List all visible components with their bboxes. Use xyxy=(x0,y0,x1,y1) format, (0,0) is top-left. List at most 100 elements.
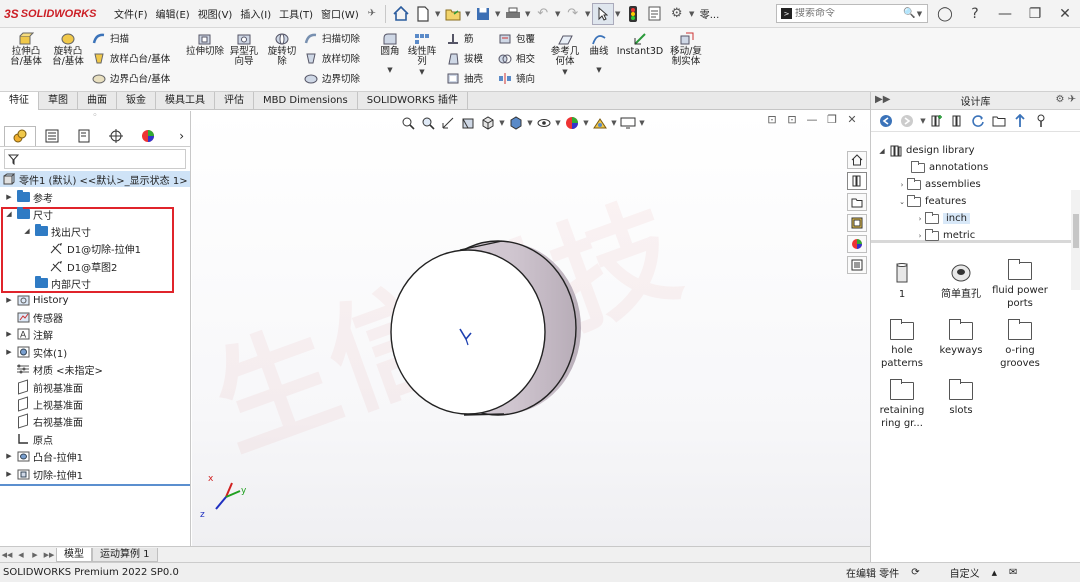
library-item-keyways[interactable]: keyways xyxy=(930,319,992,357)
select-dropdown-icon[interactable]: ▼ xyxy=(614,10,622,18)
tab-mold-tools[interactable]: 模具工具 xyxy=(156,92,215,110)
expand-arrow-icon[interactable]: ▶ xyxy=(4,193,14,201)
extrude-cut-button[interactable]: 拉伸切除 xyxy=(186,32,224,57)
last-tab-icon[interactable]: ▶▶ xyxy=(42,551,56,559)
loft-button[interactable]: 放样凸台/基体 xyxy=(92,51,170,65)
dimxpert-tab-icon[interactable] xyxy=(100,126,132,146)
rebuild-status-icon[interactable]: ⟳ xyxy=(911,567,919,578)
search-dropdown-icon[interactable]: ▼ xyxy=(915,10,923,18)
tab-features[interactable]: 特征 xyxy=(0,92,39,110)
help-icon[interactable]: ? xyxy=(960,6,990,22)
move-copy-body-button[interactable]: 移动/复制实体 xyxy=(668,32,704,67)
library-folder-annotations[interactable]: annotations xyxy=(911,159,988,176)
feature-manager-tab-icon[interactable] xyxy=(4,125,36,146)
print-dropdown-icon[interactable]: ▼ xyxy=(524,10,532,18)
cylinder-body[interactable] xyxy=(390,240,581,416)
command-search-box[interactable]: > 🔍 ▼ xyxy=(776,4,928,23)
boundary-cut-button[interactable]: 边界切除 xyxy=(304,71,360,85)
menu-file[interactable]: 文件(F) xyxy=(110,6,152,21)
search-input[interactable] xyxy=(795,8,903,19)
back-icon[interactable] xyxy=(877,112,895,130)
revolve-boss-button[interactable]: 旋转凸台/基体 xyxy=(48,32,88,67)
tab-mbd-dimensions[interactable]: MBD Dimensions xyxy=(254,92,358,110)
library-folder-inch[interactable]: › inch xyxy=(915,210,970,227)
new-file-icon[interactable] xyxy=(412,3,434,25)
menu-tools[interactable]: 工具(T) xyxy=(275,6,317,21)
configuration-manager-tab-icon[interactable] xyxy=(68,126,100,146)
menu-window[interactable]: 窗口(W) xyxy=(317,6,363,21)
expand-arrow-icon[interactable]: › xyxy=(915,232,925,240)
select-cursor-icon[interactable] xyxy=(591,2,614,25)
tree-item-annotations[interactable]: ▶ A 注解 xyxy=(4,326,53,342)
notification-icon[interactable]: ✉ xyxy=(1009,567,1017,578)
revolve-cut-button[interactable]: 旋转切除 xyxy=(264,32,300,67)
custom-properties-icon[interactable] xyxy=(847,256,867,274)
expand-arrow-icon[interactable]: › xyxy=(897,181,907,189)
menu-view[interactable]: 视图(V) xyxy=(194,6,237,21)
library-item-o-ring-grooves[interactable]: o-ring grooves xyxy=(989,319,1051,370)
draft-button[interactable]: 拔模 xyxy=(446,51,483,65)
solidworks-resources-icon[interactable] xyxy=(847,151,867,169)
collapse-arrow-icon[interactable]: ◢ xyxy=(4,210,14,218)
tab-sketch[interactable]: 草图 xyxy=(39,92,78,110)
tree-item-reference[interactable]: ▶ 参考 xyxy=(4,189,53,205)
restore-icon[interactable]: ❐ xyxy=(1020,6,1050,22)
tree-item-origin[interactable]: 原点 xyxy=(14,431,53,447)
solidworks-logo[interactable]: 3S SOLIDWORKS xyxy=(0,7,110,21)
search-icon[interactable]: 🔍 xyxy=(903,8,915,19)
panel-options-icon[interactable]: ⚙ ✈ xyxy=(1055,94,1076,105)
appearances-scenes-icon[interactable] xyxy=(847,235,867,253)
library-item-fluid-power-ports[interactable]: fluid power ports xyxy=(989,259,1051,310)
redo-icon[interactable]: ↷ xyxy=(562,3,584,25)
tree-item-boss-extrude[interactable]: ▶ 凸台-拉伸1 xyxy=(4,448,83,464)
collapse-arrow-icon[interactable]: ◢ xyxy=(22,227,32,235)
tab-evaluate[interactable]: 评估 xyxy=(215,92,254,110)
property-manager-tab-icon[interactable] xyxy=(36,126,68,146)
tab-motion-study[interactable]: 运动算例 1 xyxy=(92,547,158,562)
undo-icon[interactable]: ↶ xyxy=(532,3,554,25)
panel-more-icon[interactable]: › xyxy=(179,129,184,143)
open-folder-icon[interactable] xyxy=(442,3,464,25)
expand-arrow-icon[interactable]: ▶ xyxy=(4,296,14,304)
library-help-icon[interactable] xyxy=(1032,112,1050,130)
rib-button[interactable]: 筋 xyxy=(446,31,474,45)
scrollbar-thumb[interactable] xyxy=(1073,214,1079,248)
user-account-icon[interactable]: ◯ xyxy=(930,6,960,22)
library-tree-root[interactable]: ◢ design library xyxy=(877,142,975,159)
first-tab-icon[interactable]: ◀◀ xyxy=(0,551,14,559)
file-explorer-icon[interactable] xyxy=(847,193,867,211)
toolbar-overflow-label[interactable]: 零... xyxy=(696,6,724,21)
tree-item-solid-bodies[interactable]: ▶ 实体(1) xyxy=(4,344,67,360)
expand-arrow-icon[interactable]: ▶ xyxy=(4,452,14,460)
forward-icon[interactable] xyxy=(898,112,916,130)
hole-wizard-button[interactable]: 异型孔向导 xyxy=(226,32,262,67)
instant3d-button[interactable]: Instant3D xyxy=(616,32,664,57)
tree-item-history[interactable]: ▶ History xyxy=(4,292,69,308)
tree-root-part[interactable]: 零件1 (默认) <<默认>_显示状态 1> xyxy=(0,171,190,187)
tree-item-dimensions[interactable]: ◢ 尺寸 xyxy=(4,206,53,222)
collapse-arrow-icon[interactable]: ◢ xyxy=(877,147,887,155)
panel-grip[interactable]: ◦ xyxy=(0,111,190,125)
undo-dropdown-icon[interactable]: ▼ xyxy=(554,10,562,18)
tab-solidworks-addins[interactable]: SOLIDWORKS 插件 xyxy=(358,92,468,110)
reference-dropdown-icon[interactable]: ▼ xyxy=(548,67,582,77)
expand-arrow-icon[interactable]: ▶ xyxy=(4,470,14,478)
refresh-icon[interactable] xyxy=(969,112,987,130)
forward-dropdown-icon[interactable]: ▼ xyxy=(919,117,927,125)
curves-button[interactable]: 曲线 ▼ xyxy=(586,32,612,75)
extrude-boss-button[interactable]: 拉伸凸台/基体 xyxy=(6,32,46,67)
tab-sheet-metal[interactable]: 钣金 xyxy=(117,92,156,110)
library-folder-features[interactable]: ⌄ features xyxy=(897,193,966,210)
display-manager-tab-icon[interactable] xyxy=(132,126,164,146)
minimize-icon[interactable]: — xyxy=(990,6,1020,22)
model-viewport[interactable]: x y z xyxy=(192,111,870,546)
sweep-button[interactable]: 扫描 xyxy=(92,31,129,45)
save-icon[interactable] xyxy=(472,3,494,25)
expand-arrow-icon[interactable]: ▶ xyxy=(4,348,14,356)
rebuild-traffic-light-icon[interactable] xyxy=(622,3,644,25)
create-new-folder-icon[interactable] xyxy=(990,112,1008,130)
add-file-location-icon[interactable] xyxy=(948,112,966,130)
lofted-cut-button[interactable]: 放样切除 xyxy=(304,51,360,65)
tree-item-top-plane[interactable]: 上视基准面 xyxy=(14,396,83,412)
intersect-button[interactable]: 相交 xyxy=(498,51,535,65)
